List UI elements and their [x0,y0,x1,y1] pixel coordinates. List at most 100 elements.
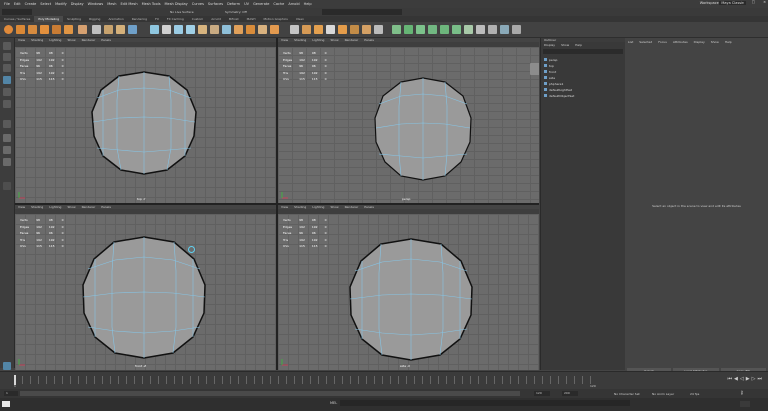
maximize-icon[interactable]: □ [752,0,755,4]
freeze-icon[interactable] [512,25,521,34]
quad-draw-icon[interactable] [338,25,347,34]
menu-file[interactable]: File [4,2,10,6]
bridge-icon[interactable] [222,25,231,34]
type-icon[interactable] [116,25,125,34]
uv-editor-icon[interactable] [392,25,401,34]
script-editor-icon[interactable] [2,401,10,407]
ae-menu-show[interactable]: Show [708,40,722,44]
extrude-icon[interactable] [210,25,219,34]
close-icon[interactable]: × [763,0,766,4]
sphere-mesh[interactable] [79,235,209,360]
sphere-mesh[interactable] [373,76,473,182]
outliner-item[interactable]: defaultObjectSet [544,94,574,98]
svg-icon[interactable] [128,25,137,34]
edge-loop-icon[interactable] [326,25,335,34]
menu-curves[interactable]: Curves [192,2,204,6]
anim-layer-label[interactable]: No Anim Layer [652,392,674,396]
automatic-map-icon[interactable] [440,25,449,34]
planar-map-icon[interactable] [404,25,413,34]
menu-windows[interactable]: Windows [88,2,104,6]
poly-plane-icon[interactable] [64,25,73,34]
play-backward-icon[interactable]: ◁ [740,376,744,382]
search-icon[interactable] [3,182,11,190]
menu-mesh-tools[interactable]: Mesh Tools [142,2,161,6]
key-icon[interactable]: ⚷ [740,390,744,396]
poly-disc-icon[interactable] [78,25,87,34]
move-tool-icon[interactable] [3,76,11,84]
outliner-menu-display[interactable]: Display [541,43,558,47]
view-cube-icon[interactable] [530,63,539,75]
ae-menu-attributes[interactable]: Attributes [670,40,691,44]
outliner-item[interactable]: pSphere1 [544,82,563,86]
poly-cube-icon[interactable] [16,25,25,34]
outliner-menu-show[interactable]: Show [558,43,572,47]
menu-edit[interactable]: Edit [14,2,21,6]
append-icon[interactable] [258,25,267,34]
outliner-item[interactable]: side [544,76,555,80]
range-start-field[interactable]: 1 [4,391,18,396]
bevel-icon[interactable] [234,25,243,34]
poly-sphere-icon[interactable] [4,25,13,34]
menu-cache[interactable]: Cache [273,2,284,6]
range-end-field[interactable]: 120 [534,391,550,396]
sphere-mesh[interactable] [346,237,476,362]
time-slider[interactable]: 1 120 ⏮ ◀ ◁ ▶ ▷ ⏭ [0,371,768,390]
lasso-tool-icon[interactable] [3,53,11,61]
step-back-icon[interactable]: ◀ [734,376,738,382]
last-tool-icon[interactable] [3,120,11,128]
menu-display[interactable]: Display [71,2,84,6]
sweep-mesh-icon[interactable] [104,25,113,34]
play-forward-icon[interactable]: ▶ [746,376,750,382]
four-view-icon[interactable] [3,146,11,154]
viewport-persp[interactable]: View Shading Lighting Show Renderer Pane… [278,38,539,203]
menu-help[interactable]: Help [304,2,312,6]
ae-menu-display[interactable]: Display [691,40,708,44]
current-time-marker[interactable] [14,375,16,385]
go-to-start-icon[interactable]: ⏮ [728,376,733,382]
menu-select[interactable]: Select [40,2,51,6]
menu-arnold[interactable]: Arnold [288,2,299,6]
go-to-end-icon[interactable]: ⏭ [757,376,762,382]
menu-mesh-display[interactable]: Mesh Display [165,2,188,6]
live-surface-label[interactable]: No Live Surface [170,10,194,14]
poly-cone-icon[interactable] [40,25,49,34]
separate-icon[interactable] [162,25,171,34]
character-set-label[interactable]: No Character Set [614,392,640,396]
unfold-icon[interactable] [452,25,461,34]
menu-modify[interactable]: Modify [55,2,67,6]
history-icon[interactable] [500,25,509,34]
minimize-icon[interactable]: – [742,0,744,4]
sphere-mesh[interactable] [89,70,199,176]
multi-cut-icon[interactable] [290,25,299,34]
ae-menu-selected[interactable]: Selected [636,40,655,44]
menu-create[interactable]: Create [25,2,37,6]
viewport-top[interactable]: View Shading Lighting Show Renderer Pane… [15,38,276,203]
target-weld-icon[interactable] [302,25,311,34]
ae-menu-help[interactable]: Help [722,40,735,44]
super-shape-icon[interactable] [92,25,101,34]
paint-select-icon[interactable] [3,64,11,72]
sew-uv-icon[interactable] [488,25,497,34]
persp-outliner-icon[interactable] [3,158,11,166]
outliner-search-input[interactable] [543,49,623,54]
step-forward-icon[interactable]: ▷ [752,376,756,382]
menu-edit-mesh[interactable]: Edit Mesh [120,2,137,6]
insert-loop-icon[interactable] [362,25,371,34]
mirror-icon[interactable] [198,25,207,34]
home-icon[interactable] [3,362,11,370]
command-input[interactable] [340,400,630,406]
outliner-menu-help[interactable]: Help [572,43,585,47]
layout-icon[interactable] [464,25,473,34]
anim-end-field[interactable]: 200 [562,391,578,396]
fill-hole-icon[interactable] [246,25,255,34]
rotate-tool-icon[interactable] [3,88,11,96]
outliner-item[interactable]: persp [544,58,557,62]
ae-menu-list[interactable]: List [625,40,636,44]
select-tool-icon[interactable] [3,42,11,50]
poly-torus-icon[interactable] [52,25,61,34]
menu-deform[interactable]: Deform [227,2,240,6]
poly-cylinder-icon[interactable] [28,25,37,34]
combine-icon[interactable] [150,25,159,34]
menu-mesh[interactable]: Mesh [107,2,116,6]
outliner-item[interactable]: front [544,70,556,74]
